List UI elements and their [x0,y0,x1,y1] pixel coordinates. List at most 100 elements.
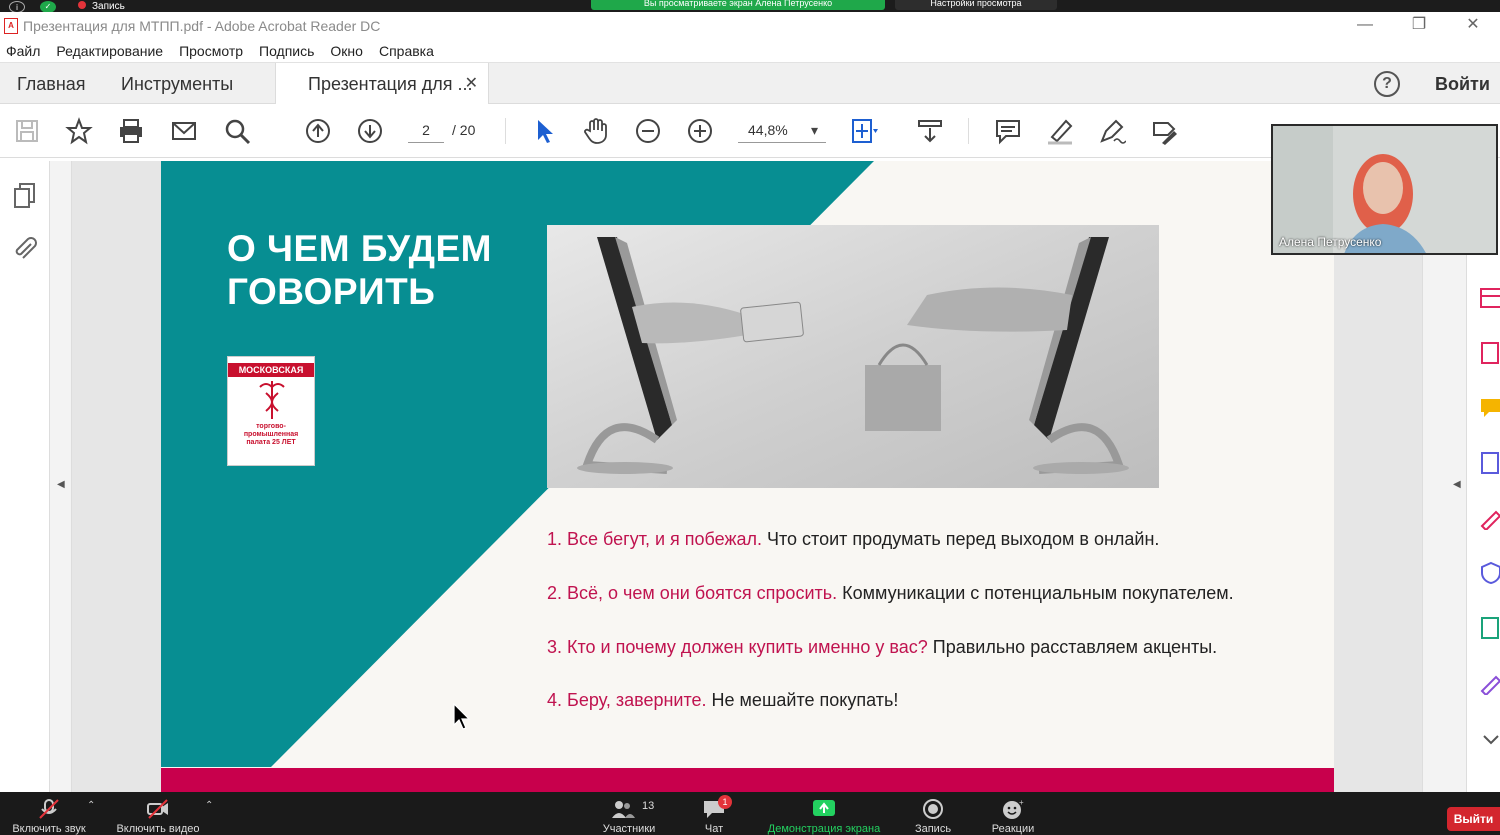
chevron-left-icon: ◀ [57,479,65,490]
online-shopping-photo [547,225,1159,488]
edit-pdf-icon[interactable] [1479,671,1500,697]
view-settings-button[interactable]: Настройки просмотра [895,0,1057,10]
menu-view[interactable]: Просмотр [179,43,243,59]
start-video-button[interactable]: Включить видео [110,792,206,835]
page-up-icon[interactable] [304,117,332,145]
zoom-level-select[interactable]: 44,8% [738,117,826,143]
svg-text:+: + [1019,798,1024,807]
menu-bar: Файл Редактирование Просмотр Подпись Окн… [0,40,1500,62]
tab-home[interactable]: Главная [17,63,86,104]
menu-window[interactable]: Окно [330,43,363,59]
menu-file[interactable]: Файл [6,43,40,59]
chat-button[interactable]: 1 Чат [694,792,734,835]
bullet-accent: 2. Всё, о чем они боятся спросить. [547,583,838,603]
screen-share-banner: Вы просматриваете экран Алена Петрусенко [591,0,885,10]
save-icon[interactable] [13,117,41,145]
select-arrow-icon[interactable] [530,117,558,145]
organize-pages-icon[interactable] [1479,286,1500,310]
tab-document[interactable]: Презентация для ... ✕ [275,63,489,105]
close-icon[interactable]: ✕ [1446,12,1500,40]
fill-sign-icon[interactable] [1479,506,1500,532]
camera-off-icon [147,799,168,819]
bullet-accent: 3. Кто и почему должен купить именно у в… [547,637,928,657]
comment-tool-icon[interactable] [1479,396,1500,420]
reactions-button[interactable]: + Реакции [984,792,1042,835]
bullet-item: 2. Всё, о чем они боятся спросить. Комму… [547,583,1234,604]
tab-bar: Главная Инструменты Презентация для ... … [0,62,1500,105]
share-screen-button[interactable]: Демонстрация экрана [760,792,888,835]
audio-options-button[interactable]: ⌃ [80,792,96,835]
left-navigation-rail [0,161,50,792]
protect-icon[interactable] [1479,561,1500,585]
tab-close-icon[interactable]: ✕ [465,63,478,105]
fit-page-icon[interactable] [850,117,878,145]
chevron-up-icon: ⌃ [205,800,214,811]
share-screen-icon [813,800,835,816]
email-icon[interactable] [170,117,198,145]
zoom-out-icon[interactable] [634,117,662,145]
record-button[interactable]: Запись [908,792,958,835]
participant-video-tile[interactable]: Алена Петрусенко [1271,124,1498,255]
title-bar: A Презентация для МТПП.pdf - Adobe Acrob… [0,12,1500,40]
record-icon [923,799,943,819]
menu-edit[interactable]: Редактирование [56,43,163,59]
export-pdf-icon[interactable] [1479,451,1500,475]
help-icon[interactable]: ? [1374,71,1400,97]
hand-tool-icon[interactable] [582,117,610,145]
more-tools-icon[interactable] [1479,726,1500,750]
logo-top-text: МОСКОВСКАЯ [228,363,314,377]
left-panel-toggle[interactable]: ◀ [50,161,72,792]
slide-title: О ЧЕМ БУДЕМ ГОВОРИТЬ [227,228,493,312]
zoom-meeting-controls: Включить звук ⌃ Включить видео ⌃ 13 Учас… [0,792,1500,835]
minimize-icon[interactable]: — [1338,12,1392,40]
print-icon[interactable] [117,117,145,145]
screen: i ✓ Запись Вы просматриваете экран Алена… [0,0,1500,835]
logo-bottom-text: торгово-промышленная палата 25 ЛЕТ [243,423,299,446]
attachments-icon[interactable] [11,235,39,263]
tab-tools[interactable]: Инструменты [121,63,233,104]
slide-footer-bar [161,768,1334,792]
pdf-app-icon: A [4,18,18,34]
microphone-muted-icon [39,799,59,819]
bookmark-star-icon[interactable] [65,117,93,145]
menu-sign[interactable]: Подпись [259,43,314,59]
share-screen-label: Демонстрация экрана [767,823,881,835]
mouse-cursor-icon [453,703,471,730]
bullet-text: Коммуникации с потенциальным покупателем… [837,583,1234,603]
bullet-accent: 1. Все бегут, и я побежал. [547,529,762,549]
restore-icon[interactable]: ❐ [1392,12,1446,40]
caduceus-icon [259,381,285,419]
toolbar-separator [505,118,506,144]
create-pdf-icon[interactable] [1479,341,1500,365]
participants-button[interactable]: 13 Участники [598,792,660,835]
page-number-input[interactable]: 2 [408,117,444,143]
window-title: Презентация для МТПП.pdf - Adobe Acrobat… [23,18,381,34]
sign-icon[interactable] [1150,117,1178,145]
bullet-text: Что стоит продумать перед выходом в онла… [762,529,1160,549]
right-panel-toggle[interactable]: ◀ [1422,161,1466,792]
highlight-pen-icon[interactable] [1046,117,1074,145]
window-controls: — ❐ ✕ [1338,12,1500,40]
chevron-left-icon: ◀ [1453,479,1461,490]
zoom-in-icon[interactable] [686,117,714,145]
participants-icon [611,801,635,818]
mtpp-logo: МОСКОВСКАЯ торгово-промышленная палата 2… [227,356,315,466]
toolbar-separator [968,118,969,144]
bullet-text: Правильно расставляем акценты. [927,637,1218,657]
right-tools-rail [1466,161,1500,792]
search-icon[interactable] [223,117,251,145]
scroll-mode-icon[interactable] [916,117,944,145]
comment-icon[interactable] [994,117,1022,145]
menu-help[interactable]: Справка [379,43,434,59]
draw-pen-icon[interactable] [1098,117,1127,145]
send-for-review-icon[interactable] [1479,616,1500,640]
bullet-item: 3. Кто и почему должен купить именно у в… [547,637,1217,658]
login-button[interactable]: Войти [1435,63,1490,105]
chevron-up-icon: ⌃ [87,800,96,811]
page-thumbnails-icon[interactable] [11,181,39,209]
page-down-icon[interactable] [356,117,384,145]
document-view: ◀ О ЧЕМ БУДЕМ ГОВОРИТЬ МОСКОВСКАЯ торгов… [0,161,1500,792]
record-label: Запись [914,823,952,835]
leave-meeting-button[interactable]: Выйти [1447,807,1500,831]
video-options-button[interactable]: ⌃ [198,792,214,835]
